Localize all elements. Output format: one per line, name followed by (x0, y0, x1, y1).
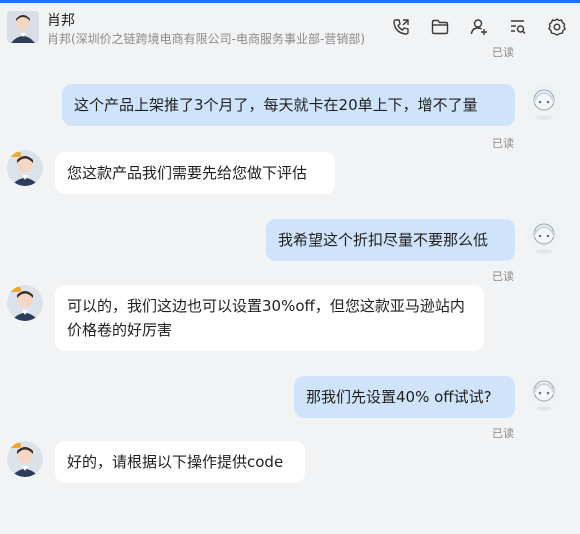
chat-header: 肖邦 肖邦(深圳价之链跨境电商有限公司-电商服务事业部-营销部) (0, 3, 580, 49)
message-text: 那我们先设置40% off试试? (306, 388, 492, 406)
settings-icon[interactable] (546, 16, 568, 38)
contact-message-avatar[interactable] (7, 441, 43, 477)
message-text: 您这款产品我们需要先给您做下评估 (67, 164, 308, 182)
self-avatar[interactable] (526, 84, 562, 120)
contact-avatar[interactable] (7, 11, 39, 43)
message-bubble-outgoing[interactable]: 这个产品上架推了3个月了，每天就卡在20单上下，增不了量 (62, 84, 515, 126)
contact-organization: 肖邦(深圳价之链跨境电商有限公司-电商服务事业部-营销部) (47, 32, 366, 46)
message-bubble-incoming[interactable]: 您这款产品我们需要先给您做下评估 (55, 152, 335, 194)
phone-icon[interactable] (390, 16, 412, 38)
message-text: 好的，请根据以下操作提供code (67, 453, 284, 471)
message-text: 可以的，我们这边也可以设置30%off，但您这款亚马逊站内价格卷的好厉害 (67, 297, 465, 339)
self-avatar[interactable] (526, 218, 562, 254)
read-status: 已读 (492, 270, 514, 283)
search-list-icon[interactable] (507, 16, 529, 38)
read-status: 已读 (492, 137, 514, 150)
contact-message-avatar[interactable] (7, 285, 43, 321)
self-avatar[interactable] (526, 375, 562, 411)
read-status: 已读 (492, 427, 514, 440)
message-text: 我希望这个折扣尽量不要那么低 (278, 231, 489, 249)
message-bubble-outgoing[interactable]: 那我们先设置40% off试试? (294, 376, 515, 418)
message-text: 这个产品上架推了3个月了，每天就卡在20单上下，增不了量 (74, 96, 478, 114)
contact-message-avatar[interactable] (7, 150, 43, 186)
message-bubble-incoming[interactable]: 可以的，我们这边也可以设置30%off，但您这款亚马逊站内价格卷的好厉害 (55, 285, 484, 351)
message-bubble-incoming[interactable]: 好的，请根据以下操作提供code (55, 441, 305, 483)
contact-name: 肖邦 (47, 13, 75, 29)
add-user-icon[interactable] (468, 16, 490, 38)
message-bubble-outgoing[interactable]: 我希望这个折扣尽量不要那么低 (266, 219, 515, 261)
folder-icon[interactable] (429, 16, 451, 38)
read-status: 已读 (492, 46, 514, 59)
